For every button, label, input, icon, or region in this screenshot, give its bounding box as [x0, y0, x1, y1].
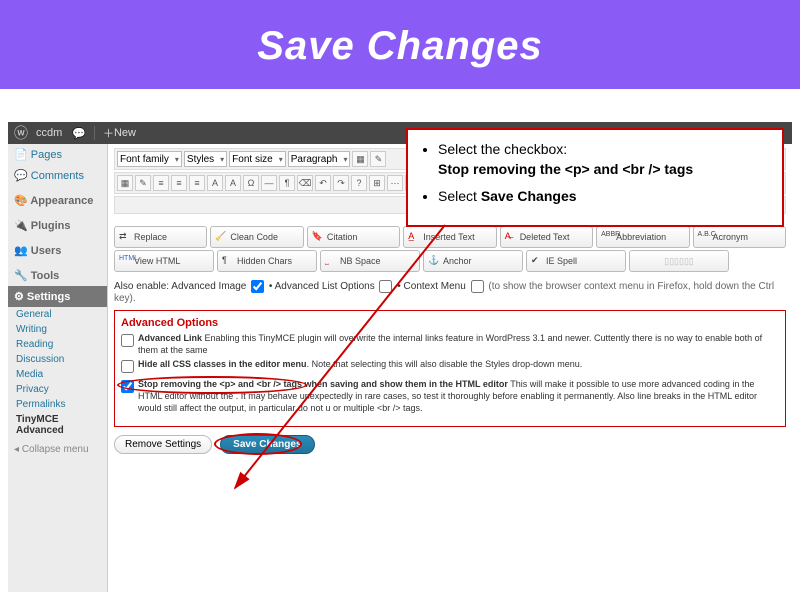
sidebar-sub-permalinks[interactable]: Permalinks: [8, 397, 107, 412]
tb-btn[interactable]: ≡: [189, 175, 205, 191]
replace-icon: ⇄: [119, 231, 131, 243]
instruction-callout: Select the checkbox: Stop removing the <p…: [406, 128, 784, 227]
sidebar-item-comments[interactable]: 💬 Comments: [8, 165, 107, 186]
adv-list-checkbox[interactable]: [379, 280, 392, 293]
save-changes-button[interactable]: Save Changes: [220, 435, 314, 454]
also-label: Also enable:: [114, 281, 169, 292]
advanced-options-box: Advanced Options Advanced Link Enabling …: [114, 310, 786, 427]
callout-line1-bold: Stop removing the <p> and <br /> tags: [438, 161, 693, 177]
tb-btn[interactable]: ≡: [153, 175, 169, 191]
tb-btn[interactable]: ¶: [279, 175, 295, 191]
also-adv-list-label: Advanced List Options: [275, 281, 375, 292]
btn-deleted[interactable]: A̶Deleted Text: [500, 226, 593, 248]
tb-btn[interactable]: ▦: [117, 175, 133, 191]
new-menu[interactable]: ＋ New: [103, 125, 136, 141]
sidebar-sub-discussion[interactable]: Discussion: [8, 352, 107, 367]
citation-icon: 🔖: [312, 231, 324, 243]
sidebar-sub-general[interactable]: General: [8, 307, 107, 322]
also-adv-image-label: Advanced Image: [171, 281, 246, 292]
anchor-icon: ⚓: [428, 255, 440, 267]
btn-viewhtml[interactable]: HTMLView HTML: [114, 250, 214, 272]
tb-btn[interactable]: ✎: [135, 175, 151, 191]
site-name[interactable]: ccdm: [36, 127, 62, 139]
sidebar-item-tools[interactable]: 🔧 Tools: [8, 265, 107, 286]
btn-abbr[interactable]: ABBRAbbreviation: [596, 226, 689, 248]
nbspace-icon: ⎵: [325, 255, 337, 267]
callout-line2-bold: Save Changes: [481, 188, 577, 204]
callout-line1: Select the checkbox:: [438, 141, 567, 157]
admin-sidebar: 📄 Pages 💬 Comments 🎨 Appearance 🔌 Plugin…: [8, 144, 108, 592]
tb-btn[interactable]: ⋯: [387, 175, 403, 191]
sidebar-sub-privacy[interactable]: Privacy: [8, 382, 107, 397]
sidebar-item-pages[interactable]: 📄 Pages: [8, 144, 107, 165]
remove-settings-button[interactable]: Remove Settings: [114, 435, 212, 454]
btn-citation[interactable]: 🔖Citation: [307, 226, 400, 248]
comment-icon[interactable]: 💬: [72, 127, 86, 140]
sidebar-item-appearance[interactable]: 🎨 Appearance: [8, 190, 107, 211]
sidebar-sub-writing[interactable]: Writing: [8, 322, 107, 337]
tb-btn[interactable]: Ω: [243, 175, 259, 191]
tb-btn[interactable]: ?: [351, 175, 367, 191]
tb-btn[interactable]: ▦: [352, 151, 368, 167]
wp-logo-icon[interactable]: ⓦ: [14, 123, 28, 143]
sidebar-item-users[interactable]: 👥 Users: [8, 240, 107, 261]
context-checkbox[interactable]: [471, 280, 484, 293]
abbr-icon: ABBR: [601, 231, 613, 243]
btn-nbspace[interactable]: ⎵NB Space: [320, 250, 420, 272]
advanced-heading: Advanced Options: [121, 317, 779, 329]
feature-buttons-row1: ⇄Replace 🧹Clean Code 🔖Citation A̲Inserte…: [114, 226, 786, 248]
hidden-icon: ¶: [222, 255, 234, 267]
adv-link-checkbox[interactable]: [121, 334, 134, 347]
acronym-icon: A.B.C.: [698, 231, 710, 243]
font-family-select[interactable]: Font family: [117, 151, 182, 167]
adv-link-row: Advanced Link Enabling this TinyMCE plug…: [121, 333, 779, 356]
slide-banner: Save Changes: [0, 0, 800, 89]
hide-css-row: Hide all CSS classes in the editor menu.…: [121, 359, 779, 373]
clean-icon: 🧹: [215, 231, 227, 243]
btn-clean[interactable]: 🧹Clean Code: [210, 226, 303, 248]
sidebar-sub-reading[interactable]: Reading: [8, 337, 107, 352]
html-icon: HTML: [119, 255, 131, 267]
sidebar-item-settings[interactable]: ⚙ Settings: [8, 286, 107, 307]
tb-btn[interactable]: ⌫: [297, 175, 313, 191]
tb-btn[interactable]: ⊞: [369, 175, 385, 191]
callout-line2: Select: [438, 188, 481, 204]
btn-hidden[interactable]: ¶Hidden Chars: [217, 250, 317, 272]
styles-select[interactable]: Styles: [184, 151, 227, 167]
new-label: New: [114, 127, 136, 139]
btn-acronym[interactable]: A.B.C.Acronym: [693, 226, 786, 248]
tb-btn[interactable]: —: [261, 175, 277, 191]
tb-btn[interactable]: ↷: [333, 175, 349, 191]
btn-anchor[interactable]: ⚓Anchor: [423, 250, 523, 272]
tb-btn[interactable]: ≡: [171, 175, 187, 191]
hide-css-checkbox[interactable]: [121, 360, 134, 373]
paragraph-select[interactable]: Paragraph: [288, 151, 351, 167]
btn-replace[interactable]: ⇄Replace: [114, 226, 207, 248]
sidebar-item-plugins[interactable]: 🔌 Plugins: [8, 215, 107, 236]
bottom-buttons: Remove Settings Save Changes: [114, 435, 786, 454]
stop-removing-checkbox[interactable]: [121, 380, 134, 393]
iespell-icon: ✔: [531, 255, 543, 267]
also-context-label: Context Menu: [404, 281, 466, 292]
tb-btn[interactable]: A: [225, 175, 241, 191]
stop-removing-row: Stop removing the <p> and <br /> tags wh…: [121, 379, 779, 414]
deleted-icon: A̶: [505, 231, 517, 243]
btn-placeholder[interactable]: ▯▯▯▯▯▯: [629, 250, 729, 272]
also-enable-row: Also enable: Advanced Image • Advanced L…: [114, 280, 786, 304]
inserted-icon: A̲: [408, 231, 420, 243]
tb-btn[interactable]: ✎: [370, 151, 386, 167]
sidebar-sub-media[interactable]: Media: [8, 367, 107, 382]
divider: [94, 126, 95, 140]
btn-iespell[interactable]: ✔IE Spell: [526, 250, 626, 272]
sidebar-sub-tinymce[interactable]: TinyMCE Advanced: [8, 412, 107, 438]
collapse-menu[interactable]: ◂ Collapse menu: [8, 438, 107, 461]
feature-buttons-row2: HTMLView HTML ¶Hidden Chars ⎵NB Space ⚓A…: [114, 250, 786, 272]
tb-btn[interactable]: ↶: [315, 175, 331, 191]
font-size-select[interactable]: Font size: [229, 151, 286, 167]
btn-inserted[interactable]: A̲Inserted Text: [403, 226, 496, 248]
adv-image-checkbox[interactable]: [251, 280, 264, 293]
tb-btn[interactable]: A: [207, 175, 223, 191]
